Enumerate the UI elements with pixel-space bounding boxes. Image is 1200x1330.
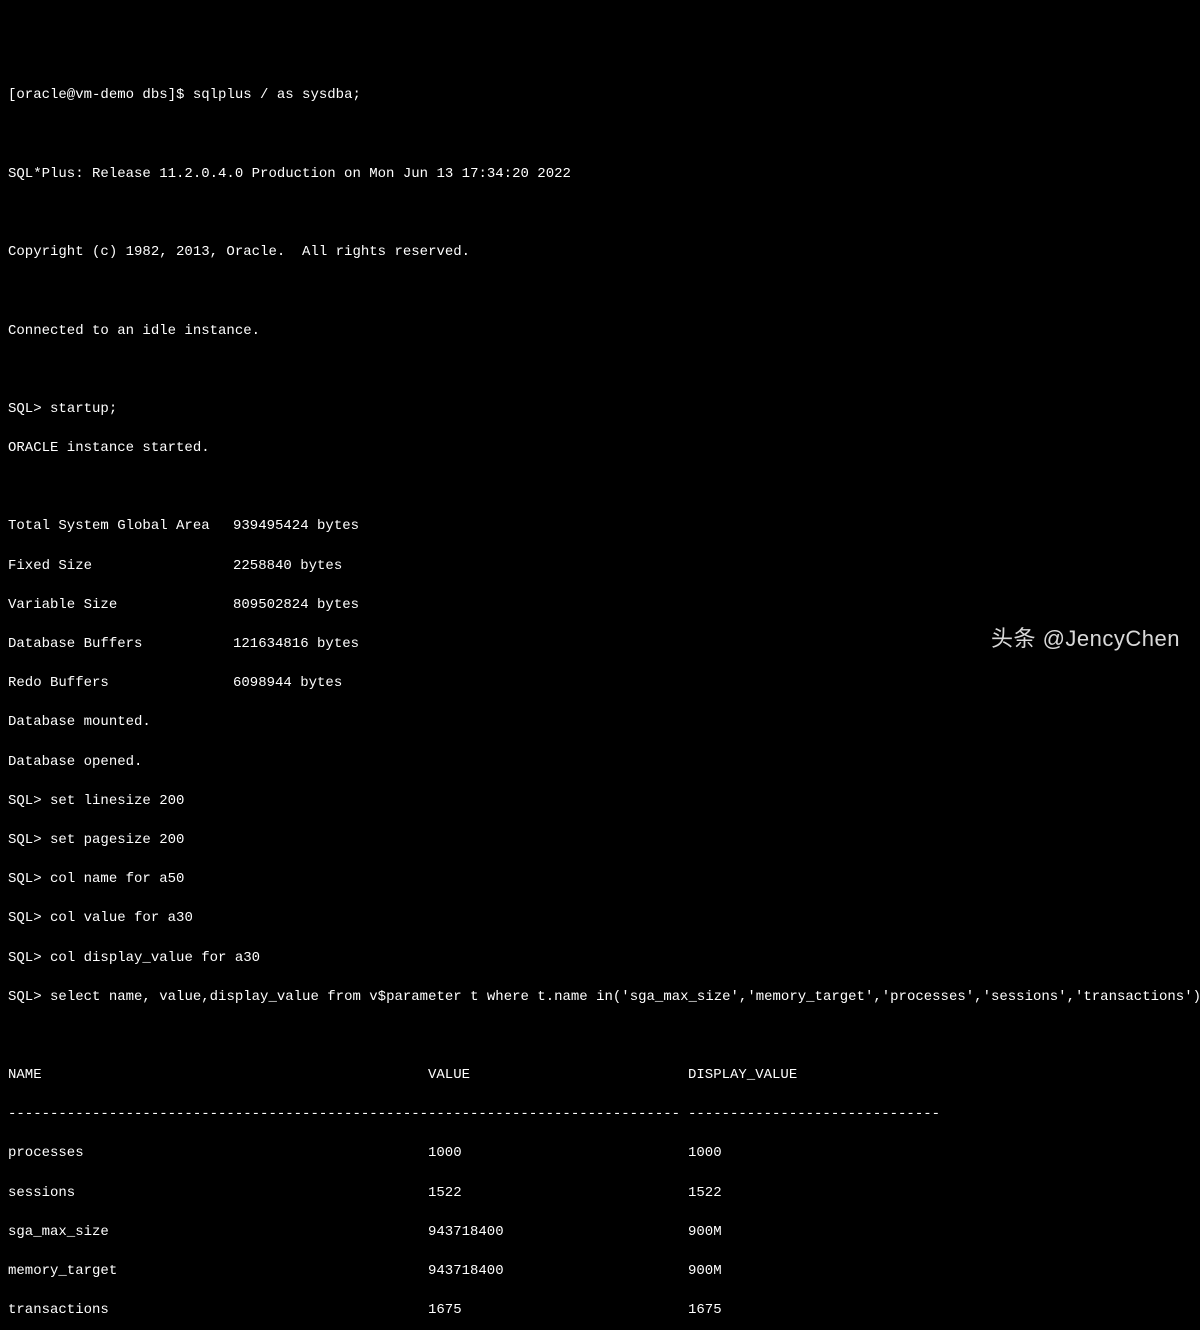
sep-value: ------------------------------: [428, 1105, 688, 1125]
watermark: 头条 @JencyChen: [991, 624, 1180, 655]
sql-prompt: SQL>: [8, 910, 50, 926]
db-mounted: Database mounted.: [8, 713, 1192, 733]
cell-name: transactions: [8, 1301, 428, 1321]
table-row: sga_max_size943718400900M: [8, 1223, 1192, 1243]
cell-value: 1522: [428, 1184, 688, 1204]
cell-display: 1522: [688, 1184, 1192, 1204]
cell-display: 900M: [688, 1262, 1192, 1282]
sga-buffers-value: 121634816 bytes: [233, 635, 315, 655]
cmd-pagesize: SQL> set pagesize 200: [8, 831, 1192, 851]
sep-name: ----------------------------------------…: [8, 1105, 428, 1125]
cmd-text: col name for a50: [50, 871, 184, 887]
banner-release: SQL*Plus: Release 11.2.0.4.0 Production …: [8, 165, 1192, 185]
header-value: VALUE: [428, 1066, 688, 1086]
cmd-text: select name, value,display_value from v$…: [50, 989, 1200, 1005]
table-row: sessions15221522: [8, 1184, 1192, 1204]
sga-redo: Redo Buffers6098944 bytes: [8, 674, 1192, 694]
cmd-text: set linesize 200: [50, 793, 184, 809]
table-header: NAMEVALUEDISPLAY_VALUE: [8, 1066, 1192, 1086]
cmd-text: col value for a30: [50, 910, 193, 926]
blank-line: [8, 204, 1192, 224]
cmd-text: set pagesize 200: [50, 832, 184, 848]
blank-line: [8, 1027, 1192, 1047]
cmd-startup: startup;: [50, 401, 117, 417]
sga-total-label: Total System Global Area: [8, 517, 233, 537]
sql-prompt: SQL>: [8, 832, 50, 848]
table-row: memory_target943718400900M: [8, 1262, 1192, 1282]
instance-started: ORACLE instance started.: [8, 439, 1192, 459]
connected-msg: Connected to an idle instance.: [8, 322, 1192, 342]
cmd-coldisplay: SQL> col display_value for a30: [8, 949, 1192, 969]
cell-value: 1000: [428, 1144, 688, 1164]
shell-command: sqlplus / as sysdba;: [193, 87, 361, 103]
sql-prompt: SQL>: [8, 950, 50, 966]
blank-line: [8, 361, 1192, 381]
cell-value: 1675: [428, 1301, 688, 1321]
shell-prompt: [oracle@vm-demo dbs]$: [8, 87, 193, 103]
cmd-text: col display_value for a30: [50, 950, 260, 966]
sga-fixed-label: Fixed Size: [8, 557, 233, 577]
cell-name: sessions: [8, 1184, 428, 1204]
blank-line: [8, 478, 1192, 498]
sql-prompt: SQL>: [8, 793, 50, 809]
header-display: DISPLAY_VALUE: [688, 1066, 1192, 1086]
cmd-colname: SQL> col name for a50: [8, 870, 1192, 890]
shell-prompt-line: [oracle@vm-demo dbs]$ sqlplus / as sysdb…: [8, 86, 1192, 106]
sga-fixed: Fixed Size2258840 bytes: [8, 557, 1192, 577]
banner-copyright: Copyright (c) 1982, 2013, Oracle. All ri…: [8, 243, 1192, 263]
blank-line: [8, 126, 1192, 146]
sql-prompt: SQL>: [8, 989, 50, 1005]
sga-total: Total System Global Area939495424 bytes: [8, 517, 1192, 537]
db-opened: Database opened.: [8, 753, 1192, 773]
cell-display: 900M: [688, 1223, 1192, 1243]
sga-redo-label: Redo Buffers: [8, 674, 233, 694]
sga-variable: Variable Size809502824 bytes: [8, 596, 1192, 616]
cell-name: processes: [8, 1144, 428, 1164]
table-separator: ----------------------------------------…: [8, 1105, 1192, 1125]
cmd-colvalue: SQL> col value for a30: [8, 909, 1192, 929]
header-name: NAME: [8, 1066, 428, 1086]
cell-value: 943718400: [428, 1262, 688, 1282]
sga-variable-label: Variable Size: [8, 596, 233, 616]
table-row: processes10001000: [8, 1144, 1192, 1164]
sql-prompt: SQL>: [8, 871, 50, 887]
cell-display: 1675: [688, 1301, 1192, 1321]
sql-prompt: SQL>: [8, 401, 50, 417]
cmd-select: SQL> select name, value,display_value fr…: [8, 988, 1192, 1008]
sga-fixed-value: 2258840 bytes: [233, 557, 315, 577]
table-row: transactions16751675: [8, 1301, 1192, 1321]
blank-line: [8, 282, 1192, 302]
sga-variable-value: 809502824 bytes: [233, 596, 315, 616]
sep-display: ------------------------------: [688, 1105, 1192, 1125]
cmd-linesize: SQL> set linesize 200: [8, 792, 1192, 812]
sql-startup-line: SQL> startup;: [8, 400, 1192, 420]
sga-total-value: 939495424 bytes: [233, 517, 315, 537]
sga-redo-value: 6098944 bytes: [233, 674, 315, 694]
sga-buffers-label: Database Buffers: [8, 635, 233, 655]
cell-display: 1000: [688, 1144, 1192, 1164]
cell-name: sga_max_size: [8, 1223, 428, 1243]
cell-name: memory_target: [8, 1262, 428, 1282]
cell-value: 943718400: [428, 1223, 688, 1243]
